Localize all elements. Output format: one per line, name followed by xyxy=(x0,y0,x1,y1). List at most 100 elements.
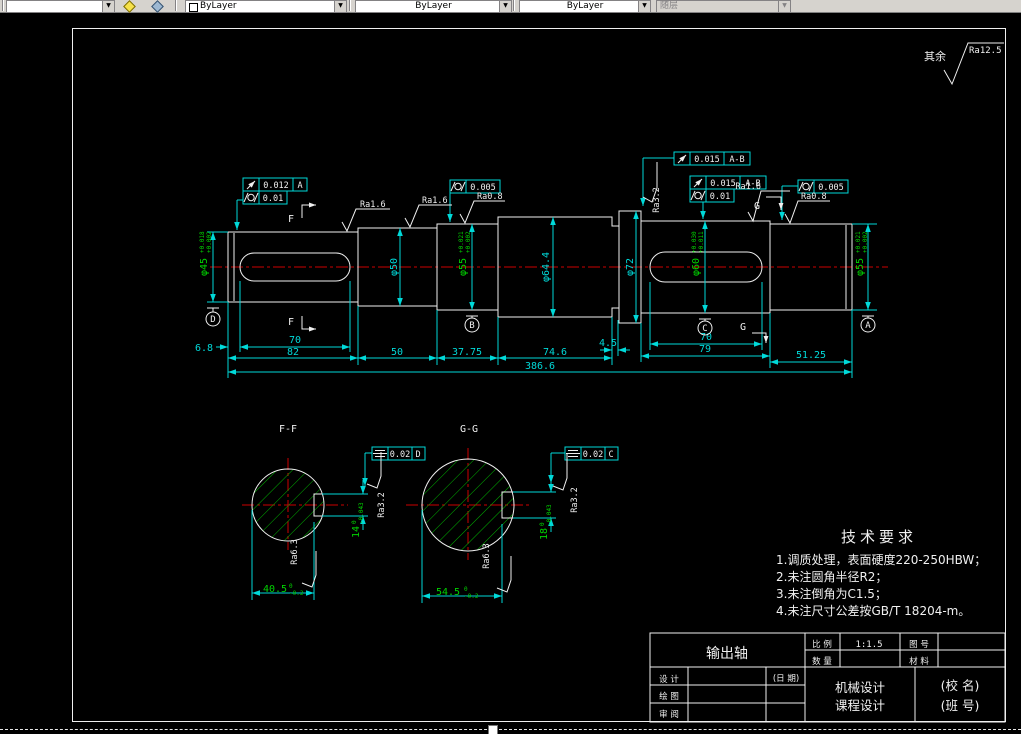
runout-icon xyxy=(693,178,703,188)
section-mark-g-bottom: G xyxy=(740,322,746,333)
cylindricity-icon xyxy=(450,181,466,192)
dimension-texts: φ50 φ64.4 φ72 6.8 70 70 4.5 82 50 37.75 … xyxy=(195,252,826,372)
feature-control-frames: 0.012 A 0.01 0.005 0.015 A-B 0.015 A-B 0… xyxy=(242,151,849,461)
roughness-marks: Ra1.6 Ra1.6 Ra0.8 Ra3.2 Ra1.6 Ra0.8 Ra3.… xyxy=(290,162,830,593)
roughness-icon xyxy=(496,556,512,593)
dim-d55b-hi: +0.021 xyxy=(855,231,862,253)
course-line-2: 课程设计 xyxy=(835,698,885,713)
ff-section-circle xyxy=(251,468,325,542)
roughness-r3: Ra0.8 xyxy=(477,192,503,202)
ff-width-dim: 40.5 xyxy=(263,584,287,595)
class-number: (班 号) xyxy=(941,698,980,713)
roughness-r6: Ra0.8 xyxy=(801,192,827,202)
course-line-1: 机械设计 xyxy=(835,680,885,695)
roughness-icon xyxy=(366,452,382,489)
ff-title: F-F xyxy=(279,424,297,435)
dim-82: 82 xyxy=(287,347,299,358)
dim-51-25: 51.25 xyxy=(796,350,826,361)
figure-number-label: 图 号 xyxy=(909,640,929,650)
section-mark-g-top: G xyxy=(754,201,760,212)
selection-grip[interactable] xyxy=(488,725,498,734)
datum-symbols xyxy=(205,307,876,336)
datum-c: C xyxy=(702,324,707,334)
tech-line-4: 4.未注尺寸公差按GB/T 18204-m。 xyxy=(776,603,970,618)
ff-roughness-bottom: Ra6.3 xyxy=(290,539,300,565)
gg-key-dim: 18 xyxy=(539,528,550,540)
general-roughness-prefix: 其余 xyxy=(924,49,946,63)
fcf-f3-val: 0.015 xyxy=(694,155,720,165)
dim-d60-lo: +0.011 xyxy=(698,231,705,253)
ff-key-hi: 0 xyxy=(351,520,358,524)
gg-title: G-G xyxy=(460,424,478,435)
technical-requirements: 技术要求 1.调质处理，表面硬度220-250HBW； 2.未注圆角半径R2； … xyxy=(776,528,986,618)
section-mark-f-bottom: F xyxy=(288,317,294,328)
general-roughness-value: Ra12.5 xyxy=(969,46,1002,56)
general-roughness-note: 其余 Ra12.5 xyxy=(924,42,1004,86)
dim-d55a: φ55 xyxy=(458,258,469,276)
title-block: 输出轴 比 例 1:1.5 图 号 数 量 材 料 设 计 绘 图 审 阅 (日… xyxy=(649,632,1006,723)
datum-letters: D B C A xyxy=(210,315,871,334)
runout-icon xyxy=(246,180,256,190)
dim-d64: φ64.4 xyxy=(541,252,552,282)
fcf-f4-val: 0.015 xyxy=(710,179,736,189)
scale-label: 比 例 xyxy=(812,639,832,650)
runout-icon xyxy=(677,154,687,164)
dim-37-75: 37.75 xyxy=(452,347,482,358)
gg-width-hi: 0 xyxy=(464,586,468,593)
roughness-r2: Ra1.6 xyxy=(422,196,448,206)
dim-4-5: 4.5 xyxy=(599,338,617,349)
dim-total: 386.6 xyxy=(525,361,555,372)
ff-roughness-side: Ra3.2 xyxy=(377,492,387,518)
design-label: 设 计 xyxy=(659,674,679,685)
gg-key-hi: 0 xyxy=(539,522,546,526)
symmetry-icon xyxy=(566,450,580,457)
scale-value: 1:1.5 xyxy=(855,640,882,650)
fcf-f4b-val: 0.01 xyxy=(710,192,730,202)
roughness-r5: Ra1.6 xyxy=(735,182,761,192)
autocad-window: ▼ ByLayer ▼ ByLayer ▼ ByLayer ▼ 随层 ▼ 其余 … xyxy=(0,0,1021,734)
review-label: 审 阅 xyxy=(659,709,679,720)
fcf-f6-val: 0.02 xyxy=(390,450,410,460)
tech-title: 技术要求 xyxy=(841,528,917,546)
fcf-f7-ref: C xyxy=(608,450,613,460)
tech-line-2: 2.未注圆角半径R2； xyxy=(776,569,887,584)
gg-section-circle xyxy=(421,458,515,552)
date-label: (日 期) xyxy=(773,674,799,684)
dim-d72: φ72 xyxy=(625,258,636,276)
fcf-f1-val: 0.012 xyxy=(263,181,289,191)
part-name: 输出轴 xyxy=(706,646,748,662)
ff-key-dim: 14 xyxy=(351,526,362,538)
datum-a: A xyxy=(865,321,871,331)
cylindricity-icon xyxy=(243,192,259,203)
fcf-f1-ref: A xyxy=(297,181,302,191)
gg-width-dim: 54.5 xyxy=(436,587,460,598)
roughness-icon xyxy=(784,200,830,225)
ff-width-hi: 0 xyxy=(289,583,293,590)
ff-width-lo: -0.2 xyxy=(289,590,304,597)
selection-marquee-line xyxy=(0,729,1021,730)
gg-roughness-bottom: Ra6.3 xyxy=(482,543,492,569)
fcf-f1b-val: 0.01 xyxy=(263,194,283,204)
dim-70a: 70 xyxy=(289,335,301,346)
ff-key-lo: -0.043 xyxy=(358,502,365,524)
school-name: (校 名) xyxy=(941,678,980,693)
roughness-r4: Ra3.2 xyxy=(652,187,662,213)
dim-6-8: 6.8 xyxy=(195,343,213,354)
dim-d55b: φ55 xyxy=(855,258,866,276)
fcf-f3-ref: A-B xyxy=(729,155,744,165)
dim-d45: φ45 xyxy=(199,258,210,276)
dim-74-6: 74.6 xyxy=(543,347,567,358)
gg-roughness-side: Ra3.2 xyxy=(570,487,580,513)
fcf-f7-val: 0.02 xyxy=(583,450,603,460)
dim-d45-hi: +0.018 xyxy=(199,231,206,253)
roughness-r1: Ra1.6 xyxy=(360,200,386,210)
drawing-canvas: 其余 Ra12.5 φ50 φ64.4 φ72 6.8 70 70 4.5 82… xyxy=(72,28,1006,723)
dim-d55a-hi: +0.021 xyxy=(458,231,465,253)
dim-d50: φ50 xyxy=(389,258,400,276)
symmetry-icon xyxy=(373,450,387,457)
dim-d55a-lo: +0.002 xyxy=(465,231,472,253)
gg-width-lo: -0.2 xyxy=(464,593,479,600)
material-label: 材 料 xyxy=(909,656,929,667)
cylindricity-icon xyxy=(798,181,814,192)
cylindricity-icon xyxy=(690,190,706,201)
